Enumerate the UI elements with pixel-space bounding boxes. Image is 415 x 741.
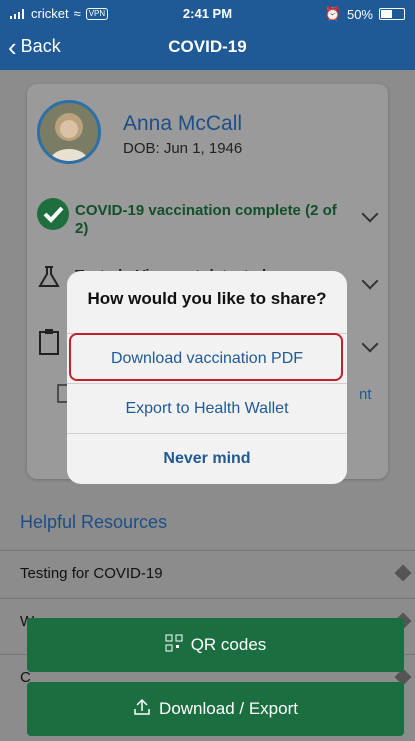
highlight-outline: [69, 333, 343, 381]
avatar: [37, 100, 101, 164]
vaccination-status-row[interactable]: COVID-19 vaccination complete (2 of 2): [37, 198, 382, 238]
chevron-down-icon: [361, 205, 379, 223]
dialog-title: How would you like to share?: [87, 289, 327, 308]
qr-codes-button[interactable]: QR codes: [27, 618, 404, 672]
battery-percent: 50%: [346, 6, 373, 22]
partial-row-text: nt: [359, 386, 372, 403]
chevron-down-icon: [361, 272, 379, 290]
clipboard-icon: [37, 328, 61, 355]
nav-bar: ‹ Back COVID-19: [0, 26, 415, 70]
arrow-icon: [394, 564, 412, 582]
patient-name: Anna McCall: [123, 112, 243, 135]
patient-dob: DOB: Jun 1, 1946: [123, 140, 243, 157]
resource-item[interactable]: Testing for COVID-19: [0, 550, 415, 599]
resource-label: Testing for COVID-19: [20, 565, 163, 582]
share-dialog: How would you like to share? Download va…: [67, 271, 347, 484]
status-bar: cricket ≈ VPN 2:41 PM ⏰ 50%: [0, 0, 415, 26]
page-title: COVID-19: [168, 37, 247, 56]
vaccination-status: COVID-19 vaccination complete (2 of 2): [75, 202, 337, 237]
flask-icon: [37, 265, 61, 289]
battery-group: ⏰ 50%: [325, 6, 405, 22]
upload-icon: [133, 698, 151, 721]
chevron-down-icon: [361, 335, 379, 353]
section-title: Helpful Resources: [20, 512, 168, 532]
qr-code-icon: [165, 634, 183, 657]
never-mind-option[interactable]: Never mind: [67, 433, 347, 484]
battery-icon: [379, 8, 405, 20]
alarm-icon: ⏰: [324, 6, 341, 21]
qr-codes-label: QR codes: [190, 635, 267, 654]
download-export-label: Download / Export: [159, 699, 298, 718]
export-health-wallet-option[interactable]: Export to Health Wallet: [67, 383, 347, 434]
download-export-button[interactable]: Download / Export: [27, 682, 404, 736]
check-circle-icon: [37, 198, 69, 230]
